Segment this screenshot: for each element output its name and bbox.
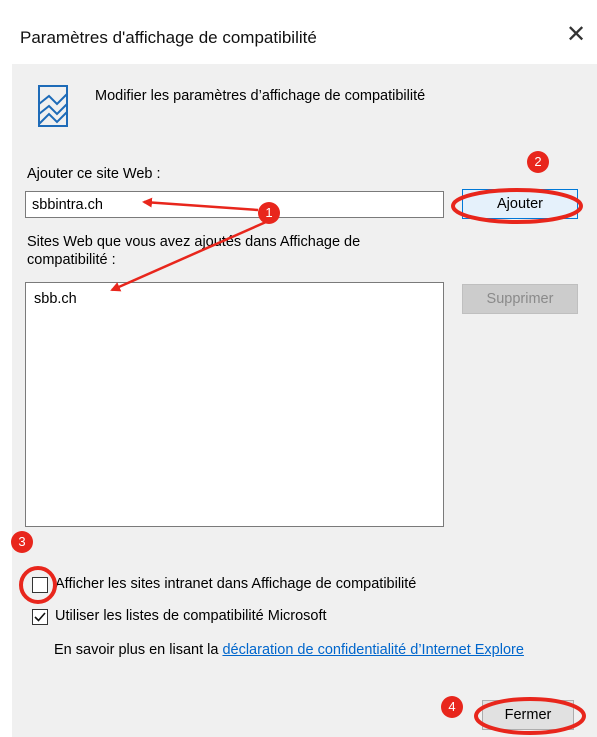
annotation-badge: 4	[441, 696, 463, 718]
learn-more-prefix: En savoir plus en lisant la	[54, 642, 223, 658]
title-bar: Paramètres d'affichage de compatibilité …	[0, 0, 597, 64]
annotation-badge: 3	[11, 531, 33, 553]
check-icon	[34, 612, 46, 622]
privacy-statement-link[interactable]: déclaration de confidentialité d’Interne…	[222, 642, 523, 658]
intranet-checkbox[interactable]	[32, 577, 48, 593]
add-button[interactable]: Ajouter	[462, 189, 578, 219]
compatibility-view-icon	[38, 85, 68, 127]
intranet-checkbox-label: Afficher les sites intranet dans Afficha…	[55, 576, 417, 592]
header-text: Modifier les paramètres d’affichage de c…	[95, 88, 426, 104]
annotation-badge: 1	[258, 202, 280, 224]
sites-list-label-line2: compatibilité :	[27, 252, 116, 268]
sites-listbox[interactable]: sbb.ch	[25, 282, 444, 527]
learn-more-text: En savoir plus en lisant la déclaration …	[54, 642, 524, 658]
microsoft-lists-checkbox[interactable]	[32, 609, 48, 625]
add-site-label: Ajouter ce site Web :	[27, 166, 161, 182]
list-item[interactable]: sbb.ch	[34, 291, 77, 307]
dialog-title: Paramètres d'affichage de compatibilité	[20, 28, 317, 47]
microsoft-lists-label: Utiliser les listes de compatibilité Mic…	[55, 608, 327, 624]
close-button[interactable]: Fermer	[482, 700, 574, 730]
close-icon[interactable]: ✕	[563, 22, 589, 48]
remove-button[interactable]: Supprimer	[462, 284, 578, 314]
sites-list-label-line1: Sites Web que vous avez ajoutés dans Aff…	[27, 234, 361, 250]
annotation-badge: 2	[527, 151, 549, 173]
add-site-input[interactable]: sbbintra.ch	[25, 191, 444, 218]
